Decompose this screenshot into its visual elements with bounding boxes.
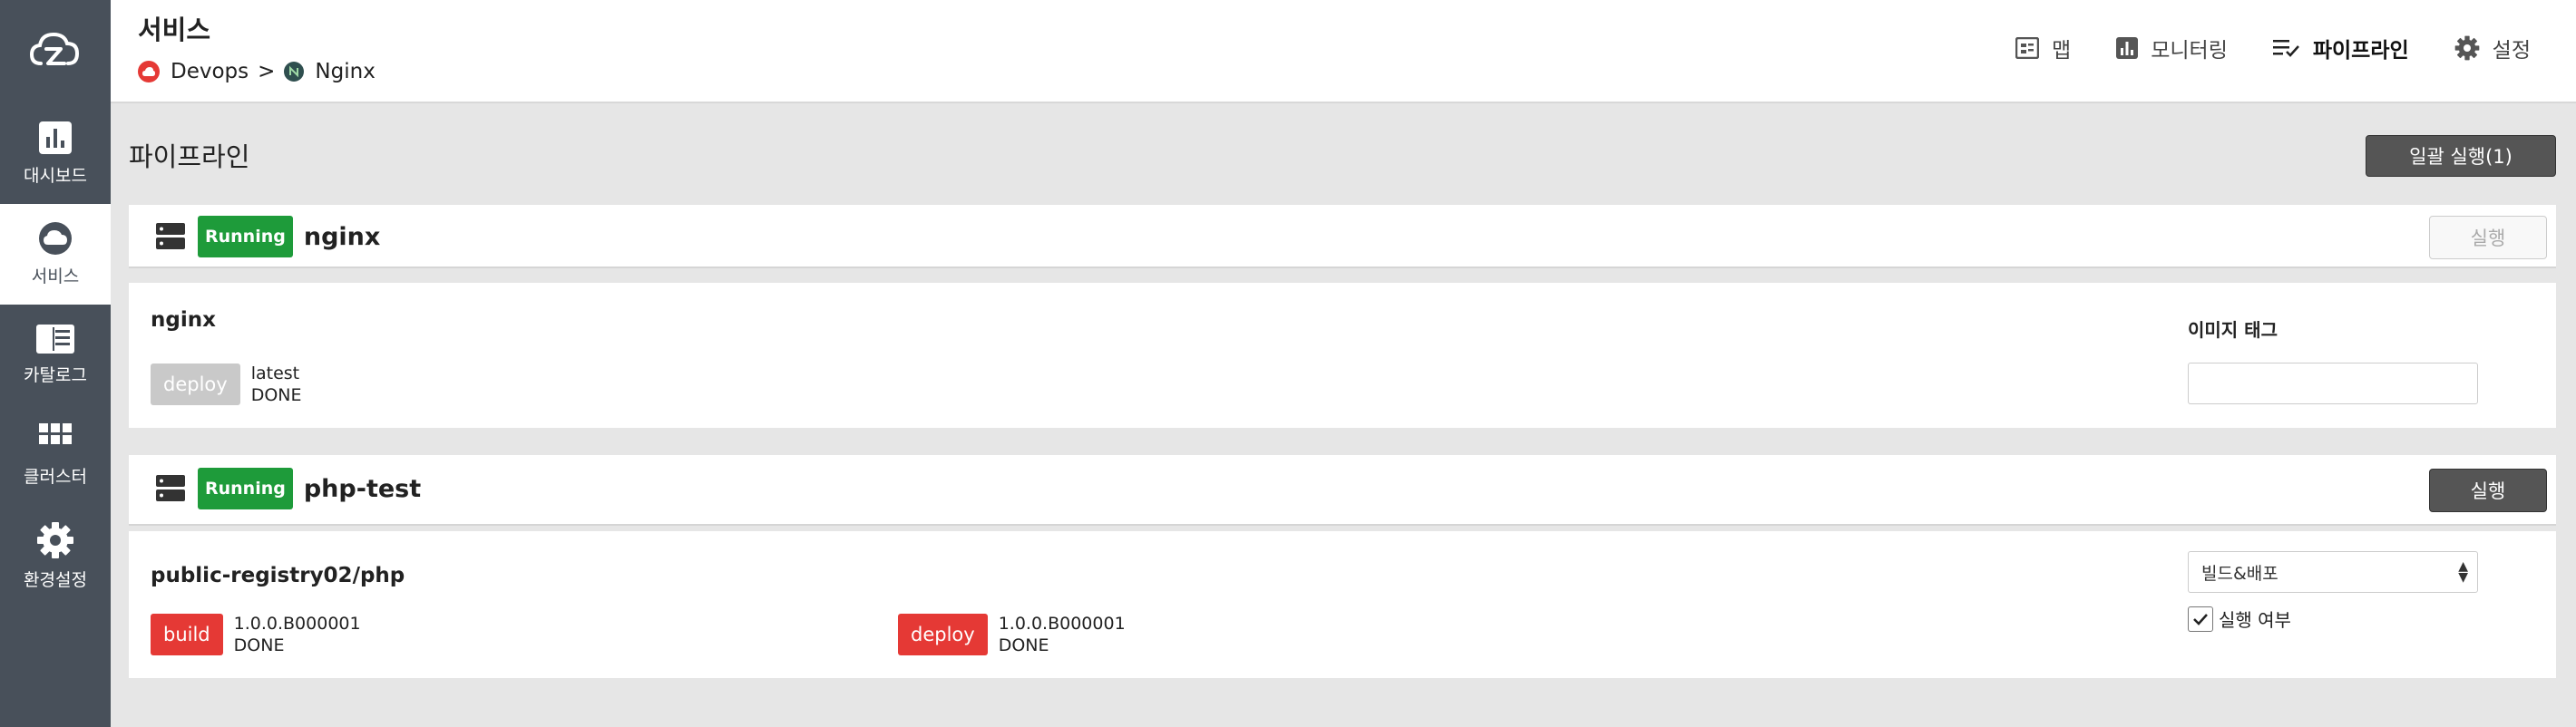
sidebar-item-settings[interactable]: 환경설정 — [0, 506, 111, 606]
top-header: 서비스 Devops > Nginx 맵 모니터링 파이프라인 설정 — [111, 0, 2576, 103]
gear-icon — [37, 522, 73, 558]
logo-icon — [29, 32, 80, 65]
sidebar-item-dashboard[interactable]: 대시보드 — [0, 103, 111, 204]
sidebar-item-label: 환경설정 — [24, 570, 87, 590]
pipeline-name: nginx — [303, 222, 381, 251]
sidebar-item-label: 클러스터 — [24, 467, 87, 487]
tab-label: 파이프라인 — [2312, 39, 2409, 63]
status-badge: Running — [198, 216, 293, 257]
cloud-icon — [138, 61, 160, 82]
run-enabled-checkbox[interactable] — [2188, 606, 2213, 632]
breadcrumb-label: Devops — [171, 60, 249, 83]
catalog-icon — [36, 325, 74, 354]
page-title: 서비스 — [138, 15, 211, 45]
nginx-logo-icon — [284, 62, 305, 82]
tab-map[interactable]: 맵 — [2015, 33, 2071, 63]
sidebar: 대시보드 서비스 카탈로그 클러스터 환경설정 — [0, 0, 111, 727]
pipeline-header-php-test: Running php-test 실행 — [129, 455, 2556, 526]
breadcrumb-label: Nginx — [315, 60, 376, 83]
monitoring-icon — [2116, 37, 2139, 59]
breadcrumb-devops[interactable]: Devops — [138, 60, 249, 83]
tab-monitoring[interactable]: 모니터링 — [2116, 33, 2228, 63]
bar-chart-icon — [39, 121, 72, 154]
sidebar-item-label: 서비스 — [31, 267, 80, 286]
pipeline-icon — [2272, 40, 2299, 57]
section-title: 파이프라인 — [129, 141, 250, 172]
checkbox-label: 실행 여부 — [2219, 609, 2291, 631]
run-mode-select[interactable]: 빌드&배포 ▲ ▼ — [2188, 551, 2478, 593]
pipeline-body-php-test: public-registry02/php build 1.0.0.B00000… — [129, 531, 2556, 678]
step-version: 1.0.0.B000001 — [233, 614, 361, 634]
pipeline-step: deploy latest DONE — [151, 363, 302, 406]
step-state: DONE — [233, 635, 285, 655]
pipeline-step: build 1.0.0.B000001 DONE — [151, 613, 361, 656]
tab-pipeline[interactable]: 파이프라인 — [2272, 33, 2409, 63]
step-state: DONE — [998, 635, 1049, 655]
status-badge: Running — [198, 468, 293, 509]
select-value: 빌드&배포 — [2201, 563, 2278, 584]
pipeline-body-nginx: nginx deploy latest DONE 이미지 태그 — [129, 283, 2556, 428]
app-logo[interactable] — [0, 0, 111, 103]
grid-icon — [39, 423, 72, 444]
batch-run-button[interactable]: 일괄 실행(1) — [2366, 135, 2556, 177]
pipeline-step: deploy 1.0.0.B000001 DONE — [898, 613, 1126, 656]
image-tag-input[interactable] — [2188, 363, 2478, 404]
step-version: latest — [250, 364, 300, 383]
sidebar-item-catalog[interactable]: 카탈로그 — [0, 305, 111, 405]
step-badge-build[interactable]: build — [151, 614, 223, 655]
breadcrumb-separator: > — [258, 60, 276, 83]
run-enabled-checkbox-row[interactable]: 실행 여부 — [2188, 606, 2291, 632]
map-icon — [2015, 37, 2040, 59]
sidebar-item-cluster[interactable]: 클러스터 — [0, 405, 111, 506]
top-nav: 맵 모니터링 파이프라인 설정 — [2015, 0, 2576, 96]
cloud-icon — [39, 222, 72, 255]
gear-icon — [2454, 35, 2480, 61]
pipeline-header-nginx: Running nginx 실행 — [129, 205, 2556, 268]
sidebar-item-label: 대시보드 — [24, 166, 87, 186]
tab-label: 모니터링 — [2151, 39, 2228, 63]
step-state: DONE — [250, 385, 302, 405]
repository-name: public-registry02/php — [151, 564, 405, 587]
tab-settings[interactable]: 설정 — [2454, 33, 2531, 63]
server-icon — [156, 223, 185, 249]
tab-label: 설정 — [2492, 39, 2531, 63]
breadcrumb-nginx[interactable]: Nginx — [284, 60, 376, 83]
server-icon — [156, 475, 185, 501]
step-version: 1.0.0.B000001 — [998, 614, 1126, 634]
run-button[interactable]: 실행 — [2429, 469, 2547, 512]
image-tag-label: 이미지 태그 — [2188, 319, 2278, 341]
run-button[interactable]: 실행 — [2429, 216, 2547, 259]
step-badge-deploy[interactable]: deploy — [898, 614, 988, 655]
repository-name: nginx — [151, 308, 216, 332]
check-icon — [2193, 613, 2208, 625]
select-arrows-icon: ▲ ▼ — [2458, 559, 2468, 585]
tab-label: 맵 — [2052, 39, 2072, 63]
sidebar-item-label: 카탈로그 — [24, 365, 87, 385]
pipeline-name: php-test — [303, 474, 422, 503]
sidebar-item-service[interactable]: 서비스 — [0, 204, 111, 305]
step-badge-deploy[interactable]: deploy — [151, 364, 240, 405]
breadcrumb: Devops > Nginx — [138, 60, 376, 83]
